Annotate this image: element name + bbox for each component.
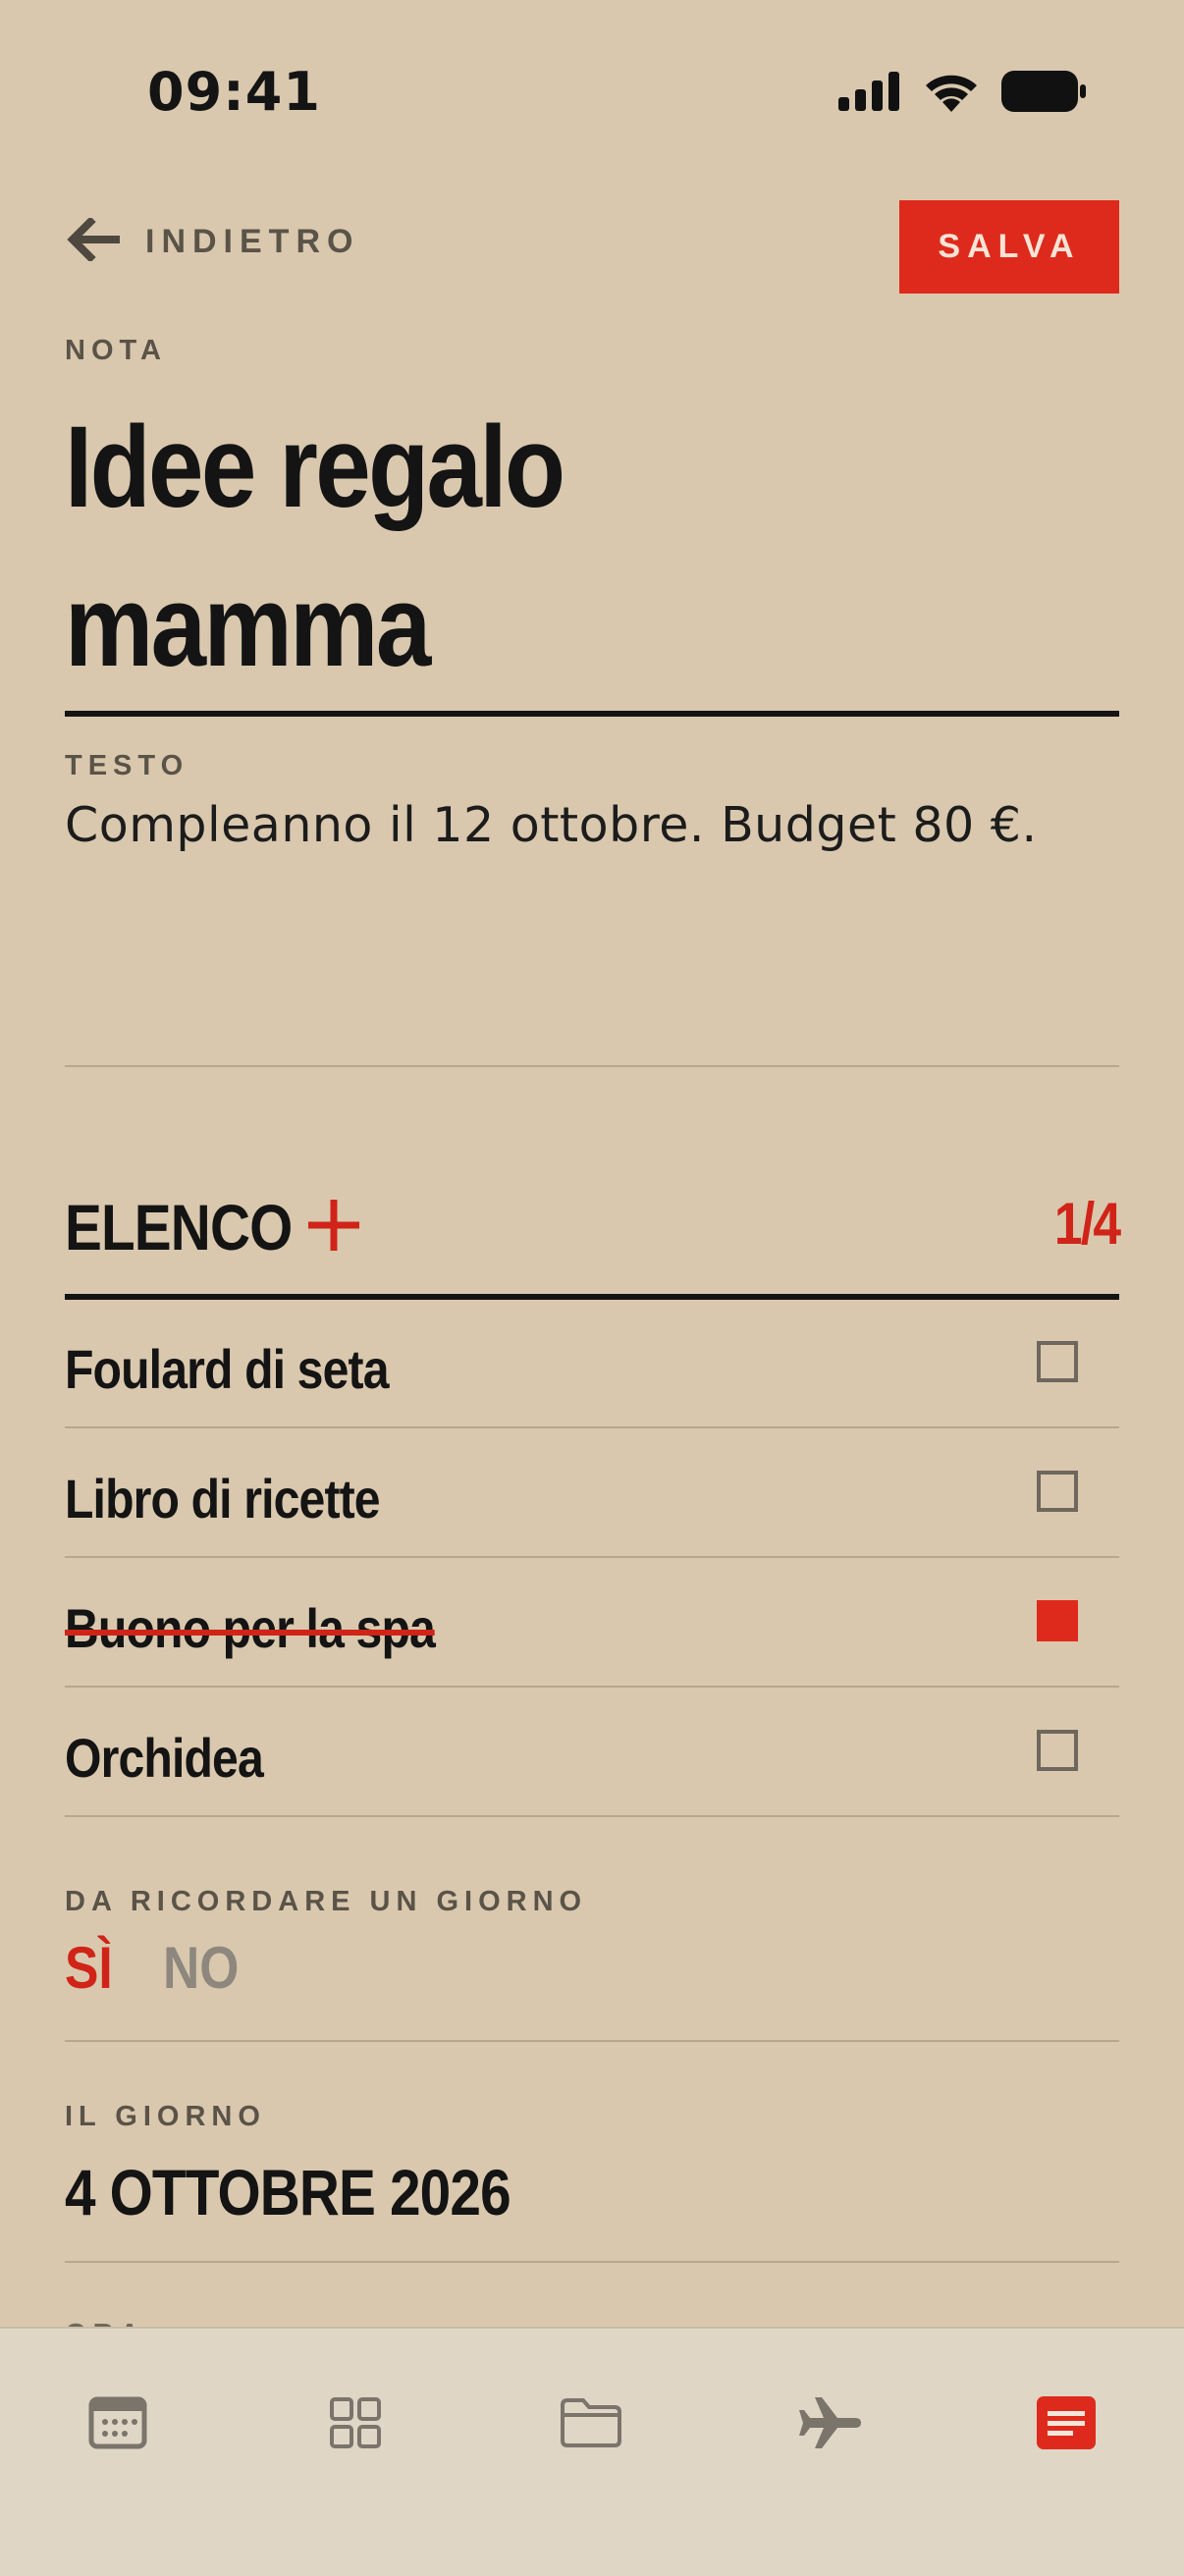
- text-divider: [65, 1065, 1119, 1067]
- checkbox[interactable]: [1037, 1341, 1078, 1382]
- date-picker[interactable]: 4 OTTOBRE 2026: [65, 2155, 511, 2229]
- save-button[interactable]: SALVA: [899, 200, 1119, 294]
- item-divider: [65, 1556, 1119, 1558]
- back-label: INDIETRO: [145, 223, 360, 260]
- list-item-label: Libro di ricette: [65, 1468, 381, 1530]
- checkbox[interactable]: [1037, 1730, 1078, 1771]
- date-divider: [65, 2261, 1119, 2263]
- status-time: 09:41: [147, 61, 321, 123]
- tab-bar: [0, 2327, 1184, 2576]
- note-title-line2: mamma: [65, 562, 431, 691]
- list-item[interactable]: Orchidea: [65, 1689, 1119, 1817]
- tab-travel[interactable]: [781, 2376, 880, 2474]
- note-title-line1: Idee regalo: [65, 402, 565, 532]
- note-text-field[interactable]: Compleanno il 12 ottobre. Budget 80 €.: [65, 797, 1038, 853]
- tab-folder[interactable]: [542, 2376, 640, 2474]
- reminder-yes-option[interactable]: SÌ: [65, 1934, 113, 2002]
- folder-icon: [560, 2397, 622, 2453]
- list-item-label: Buono per la spa: [65, 1597, 436, 1659]
- back-button[interactable]: INDIETRO: [65, 216, 360, 266]
- list-item[interactable]: Buono per la spa: [65, 1559, 1119, 1688]
- list-item-label: Foulard di seta: [65, 1338, 389, 1400]
- wifi-icon: [923, 71, 980, 117]
- item-divider: [65, 1815, 1119, 1817]
- list-heading: ELENCO: [65, 1191, 293, 1263]
- tab-calendar[interactable]: [69, 2376, 167, 2474]
- list-counter: 1/4: [1053, 1191, 1120, 1257]
- arrow-left-icon: [65, 216, 122, 266]
- calendar-icon: [88, 2396, 147, 2454]
- reminder-divider: [65, 2040, 1119, 2042]
- checkbox[interactable]: [1037, 1471, 1078, 1512]
- title-underline: [65, 711, 1119, 717]
- add-item-button[interactable]: [304, 1196, 363, 1260]
- signal-icon: [838, 72, 901, 116]
- item-divider: [65, 1426, 1119, 1428]
- reminder-label: DA RICORDARE UN GIORNO: [65, 1886, 588, 1917]
- date-label: IL GIORNO: [65, 2101, 266, 2132]
- grid-icon: [329, 2396, 382, 2454]
- notes-icon: [1037, 2395, 1096, 2454]
- list-item[interactable]: Foulard di seta: [65, 1300, 1119, 1428]
- status-icons: [838, 71, 1086, 117]
- tab-grid[interactable]: [306, 2376, 404, 2474]
- tab-notes[interactable]: [1017, 2376, 1115, 2474]
- list-item[interactable]: Libro di ricette: [65, 1429, 1119, 1558]
- item-divider: [65, 1686, 1119, 1688]
- airplane-icon: [798, 2395, 863, 2455]
- plus-icon: [304, 1200, 363, 1259]
- note-section-label: NOTA: [65, 335, 168, 366]
- text-field-label: TESTO: [65, 750, 189, 781]
- reminder-no-option[interactable]: NO: [163, 1934, 239, 2002]
- battery-icon: [1001, 71, 1086, 117]
- note-title[interactable]: Idee regalo mamma: [65, 388, 977, 706]
- checkbox-checked[interactable]: [1037, 1600, 1078, 1641]
- list-item-label: Orchidea: [65, 1727, 264, 1789]
